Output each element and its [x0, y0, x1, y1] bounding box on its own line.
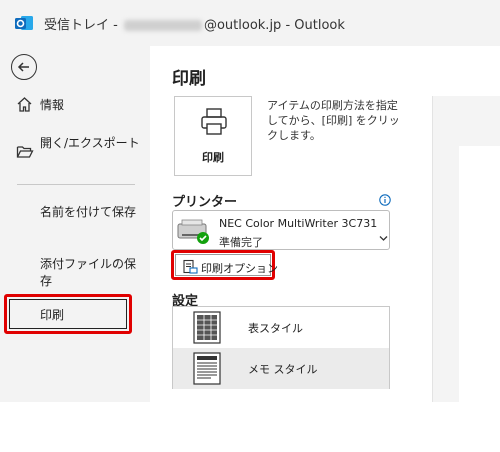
- backstage-sidebar: 情報 開く/エクスポート 名前を付けて保存 添付ファイルの保存 印刷: [0, 46, 150, 402]
- printer-name: NEC Color MultiWriter 3C731: [219, 217, 378, 230]
- printer-icon: [200, 107, 228, 141]
- printer-heading: プリンター: [172, 195, 238, 210]
- outlook-logo-icon: [14, 13, 34, 33]
- style-option-label: 表スタイル: [248, 322, 303, 335]
- print-options-label: 印刷オプション: [201, 262, 278, 275]
- sidebar-item-label: 開く/エクスポート: [40, 136, 140, 150]
- sidebar-item-print-selection: [9, 299, 127, 329]
- redacted-email: [123, 20, 202, 31]
- sidebar-divider: [17, 184, 135, 185]
- sidebar-item-save-as[interactable]: 名前を付けて保存: [0, 202, 150, 242]
- folder-open-icon: [16, 144, 34, 163]
- sidebar-item-save-attachments[interactable]: 添付ファイルの保存: [0, 254, 150, 294]
- print-options-button[interactable]: 印刷オプション: [175, 254, 278, 279]
- print-preview-page: [459, 146, 500, 452]
- print-options-icon: [182, 259, 198, 279]
- title-bar: 受信トレイ - @outlook.jp - Outlook: [0, 0, 500, 46]
- print-style-list: 表スタイル メモ スタイル: [172, 306, 390, 389]
- sidebar-item-open-export[interactable]: 開く/エクスポート: [0, 134, 150, 174]
- info-icon[interactable]: [379, 191, 391, 210]
- sidebar-item-label: 情報: [40, 98, 65, 112]
- sidebar-item-label: 印刷: [40, 308, 65, 322]
- print-preview-pane: [433, 96, 500, 452]
- window-title: 受信トレイ - @outlook.jp - Outlook: [44, 14, 345, 33]
- print-button-label: 印刷: [202, 151, 224, 164]
- printer-status: 準備完了: [219, 236, 263, 249]
- style-option-table[interactable]: 表スタイル: [173, 307, 389, 348]
- style-option-memo[interactable]: メモ スタイル: [173, 348, 389, 389]
- print-description: アイテムの印刷方法を指定してから、[印刷] をクリックします。: [267, 99, 400, 142]
- printer-device-icon: [176, 216, 214, 250]
- print-options-highlight: 印刷オプション: [171, 250, 278, 280]
- home-icon: [16, 96, 33, 116]
- title-suffix: - Outlook: [281, 18, 345, 33]
- style-option-label: メモ スタイル: [248, 363, 318, 376]
- sidebar-item-label: 名前を付けて保存: [40, 205, 137, 219]
- memo-style-icon: [193, 352, 221, 389]
- back-button[interactable]: [11, 54, 37, 80]
- print-button[interactable]: 印刷: [174, 96, 252, 176]
- print-panel: 印刷 印刷 アイテムの印刷方法を指定してから、[印刷] をクリックします。 プリ…: [150, 46, 500, 452]
- table-style-icon: [193, 311, 221, 348]
- sidebar-item-info[interactable]: 情報: [0, 94, 150, 118]
- page-title: 印刷: [172, 69, 206, 89]
- back-arrow-icon: [17, 62, 29, 72]
- title-prefix: 受信トレイ -: [44, 18, 122, 33]
- sidebar-item-print[interactable]: 印刷: [4, 294, 132, 334]
- title-email: @outlook.jp: [203, 18, 282, 33]
- chevron-down-icon: [379, 227, 388, 246]
- printer-dropdown[interactable]: NEC Color MultiWriter 3C731 準備完了: [172, 210, 390, 250]
- sidebar-item-label: 添付ファイルの保存: [40, 257, 137, 288]
